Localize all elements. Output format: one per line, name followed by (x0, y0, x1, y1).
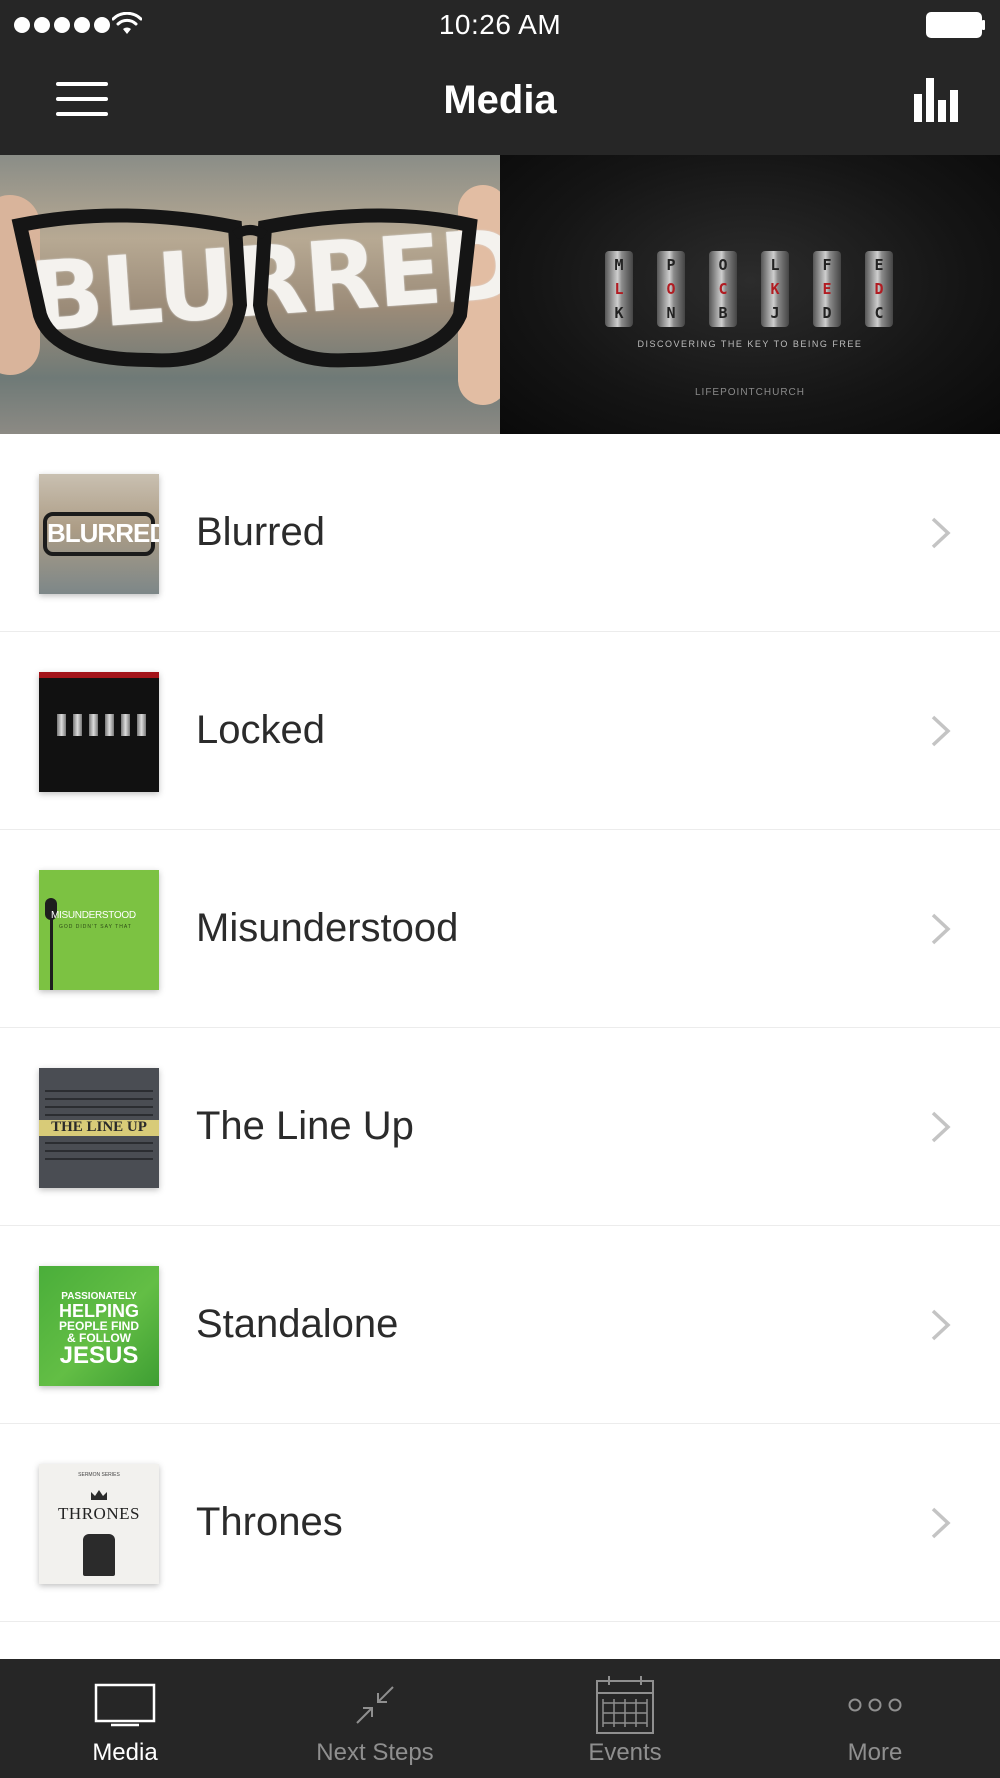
hero-banner: BLURRED MLK PON OCB LKJ FED EDC DISCOVER… (0, 155, 1000, 434)
dial (121, 714, 130, 736)
status-bar: 10:26 AM (0, 0, 1000, 50)
series-thumbnail: MISUNDERSTOOD GOD DIDN'T SAY THAT (39, 870, 159, 990)
series-list: BLURRED Blurred Locked MISUNDERSTOOD GOD… (0, 434, 1000, 1622)
tab-label: Next Steps (316, 1739, 434, 1766)
dial (105, 714, 114, 736)
series-thumbnail (39, 672, 159, 792)
list-item[interactable]: PASSIONATELY HELPING PEOPLE FIND & FOLLO… (0, 1226, 1000, 1424)
chevron-right-icon (931, 1309, 951, 1341)
dial: OCB (709, 251, 737, 327)
series-title: Misunderstood (196, 906, 459, 950)
dial (57, 714, 66, 736)
mic-stand (50, 918, 53, 990)
thumbnail-text: PASSIONATELY HELPING PEOPLE FIND & FOLLO… (58, 1291, 139, 1369)
tv-icon (94, 1683, 156, 1727)
thumbnail-text: BLURRED (47, 518, 159, 548)
locked-tagline: DISCOVERING THE KEY TO BEING FREE (637, 339, 863, 349)
tab-next-steps[interactable]: Next Steps (250, 1659, 500, 1778)
chevron-right-icon (931, 913, 951, 945)
dial: EDC (865, 251, 893, 327)
tab-events[interactable]: Events (500, 1659, 750, 1778)
church-brand: LIFEPOINTCHURCH (694, 387, 805, 398)
chevron-right-icon (931, 715, 951, 747)
bar-chart-icon[interactable] (914, 78, 962, 122)
thumbnail-text: THRONES (58, 1504, 140, 1523)
dial: LKJ (761, 251, 789, 327)
battery-icon (926, 12, 985, 38)
thumbnail-line (45, 1114, 153, 1116)
combination-dials: MLK PON OCB LKJ FED EDC (605, 251, 893, 327)
chevron-right-icon (931, 1507, 951, 1539)
arrows-in-icon (356, 1686, 394, 1724)
list-item[interactable]: THE LINE UP The Line Up (0, 1028, 1000, 1226)
nav-bar: Media (0, 50, 1000, 155)
thumbnail-line (45, 1142, 153, 1144)
glasses-icon (11, 208, 478, 368)
tab-label: Media (92, 1739, 158, 1766)
series-title: Thrones (196, 1500, 343, 1544)
dial (89, 714, 98, 736)
throne-icon (83, 1534, 115, 1576)
thumbnail-text: MISUNDERSTOOD (51, 910, 136, 921)
dial (137, 714, 146, 736)
more-dots-icon (848, 1698, 902, 1712)
series-title: Blurred (196, 510, 325, 554)
thumbnail-line (45, 1090, 153, 1092)
chevron-right-icon (931, 517, 951, 549)
series-title: Locked (196, 708, 325, 752)
dial: FED (813, 251, 841, 327)
tab-label: Events (588, 1739, 662, 1766)
hero-banner-blurred[interactable]: BLURRED (0, 155, 500, 434)
series-thumbnail: PASSIONATELY HELPING PEOPLE FIND & FOLLO… (39, 1266, 159, 1386)
thumbnail-line (45, 1098, 153, 1100)
page-title: Media (443, 78, 557, 122)
crown-icon (91, 1490, 107, 1500)
list-item[interactable]: Locked (0, 632, 1000, 830)
status-time: 10:26 AM (438, 9, 562, 40)
series-thumbnail: SERMON SERIES THRONES (39, 1464, 159, 1584)
list-item[interactable]: MISUNDERSTOOD GOD DIDN'T SAY THAT Misund… (0, 830, 1000, 1028)
dial (73, 714, 82, 736)
thumbnail-line (45, 1150, 153, 1152)
thumbnail-line (45, 1106, 153, 1108)
tab-bar: Media Next Steps Events More (0, 1659, 1000, 1778)
thumbnail-stripe (39, 672, 159, 678)
list-item[interactable]: SERMON SERIES THRONES Thrones (0, 1424, 1000, 1622)
tab-label: More (847, 1739, 903, 1766)
dial: PON (657, 251, 685, 327)
tab-more[interactable]: More (750, 1659, 1000, 1778)
hero-banner-locked[interactable]: MLK PON OCB LKJ FED EDC DISCOVERING THE … (500, 155, 1000, 434)
dial: MLK (605, 251, 633, 327)
tab-media[interactable]: Media (0, 1659, 250, 1778)
thumbnail-top-text: SERMON SERIES (78, 1472, 120, 1478)
series-title: The Line Up (196, 1104, 414, 1148)
thumbnail-text: THE LINE UP (51, 1119, 147, 1135)
series-title: Standalone (196, 1302, 399, 1346)
list-item[interactable]: BLURRED Blurred (0, 434, 1000, 632)
series-thumbnail: BLURRED (39, 474, 159, 594)
thumbnail-line (45, 1158, 153, 1160)
calendar-icon (596, 1676, 654, 1734)
chevron-right-icon (931, 1111, 951, 1143)
series-thumbnail: THE LINE UP (39, 1068, 159, 1188)
thumbnail-subtext: GOD DIDN'T SAY THAT (59, 924, 132, 930)
